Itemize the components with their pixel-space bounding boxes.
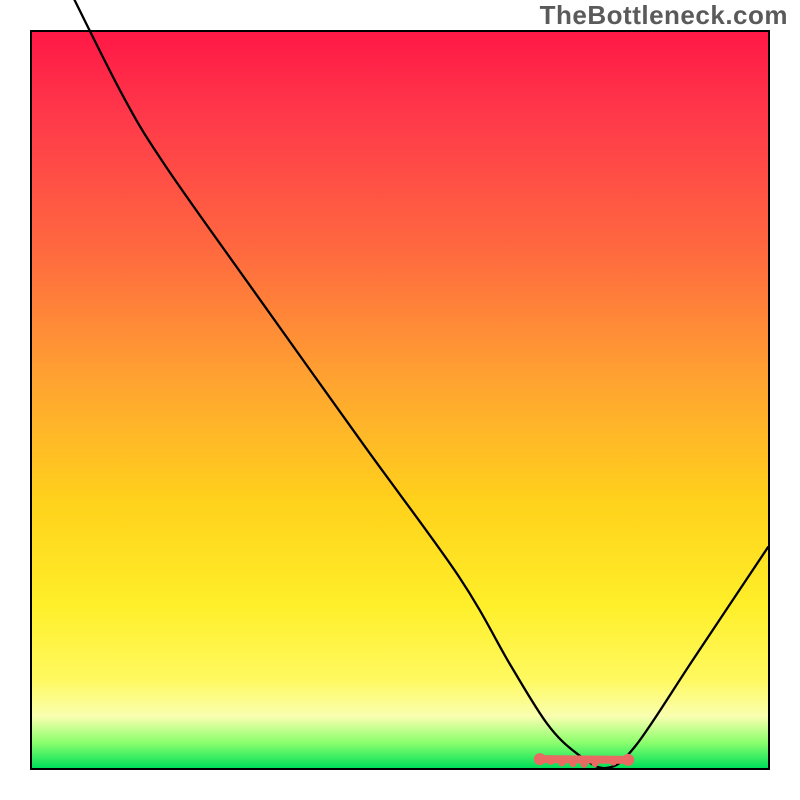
bottleneck-curve-svg <box>32 32 768 768</box>
sweet-spot-marker <box>558 759 565 766</box>
chart-frame: TheBottleneck.com <box>0 0 800 800</box>
plot-area <box>30 30 770 770</box>
sweet-spot-marker <box>581 761 588 768</box>
sweet-spot-marker-group <box>534 753 634 768</box>
sweet-spot-marker <box>610 759 617 766</box>
sweet-spot-marker <box>622 754 634 766</box>
sweet-spot-marker <box>534 753 546 765</box>
sweet-spot-marker <box>569 760 576 767</box>
sweet-spot-marker <box>547 758 554 765</box>
watermark-text: TheBottleneck.com <box>540 0 788 31</box>
bottleneck-curve-path <box>54 0 768 768</box>
sweet-spot-marker <box>592 760 599 767</box>
